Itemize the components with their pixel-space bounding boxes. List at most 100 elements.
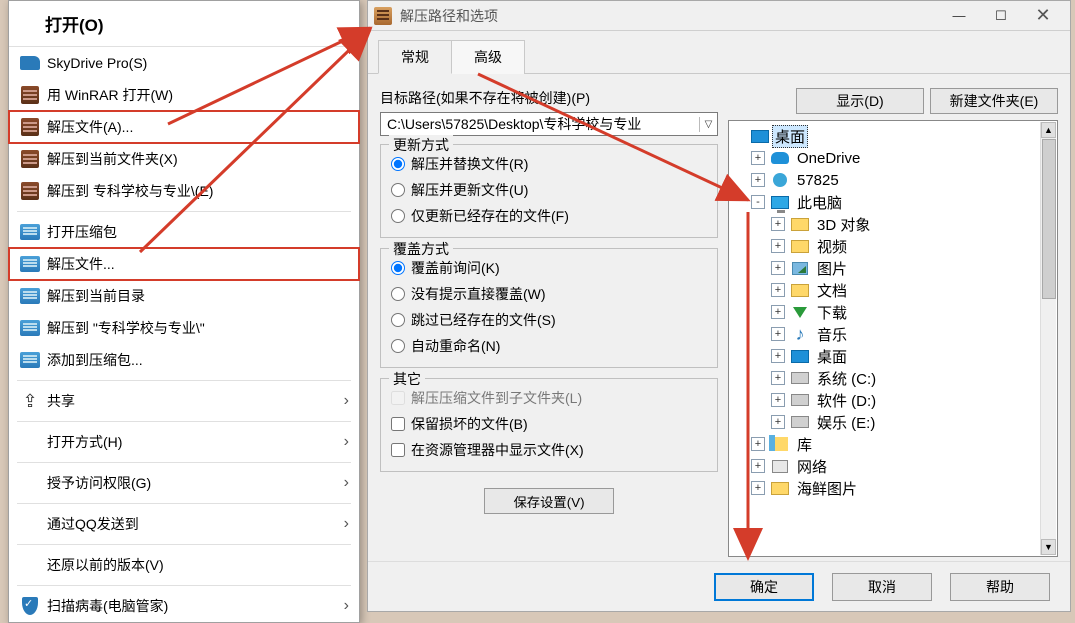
radio-label: 跳过已经存在的文件(S) [411,310,556,330]
scroll-up-icon[interactable]: ▲ [1041,122,1056,138]
radio-extract-update[interactable]: 解压并更新文件(U) [391,177,707,203]
check-subfolder[interactable]: 解压压缩文件到子文件夹(L) [391,385,707,411]
check-keep-broken[interactable]: 保留损坏的文件(B) [391,411,707,437]
menu-item[interactable]: 解压到 "专科学校与专业\" [9,312,359,344]
blank-icon [19,555,41,575]
menu-item[interactable]: ⇪共享› [9,385,359,417]
minimize-button[interactable]: — [938,2,980,30]
tab-advanced[interactable]: 高级 [452,40,525,74]
menu-item[interactable]: 解压文件(A)... [9,111,359,143]
rar2-icon [19,350,41,370]
tree-node-label: 文档 [815,280,849,301]
menu-item[interactable]: 通过QQ发送到› [9,508,359,540]
expand-icon[interactable]: + [771,415,785,429]
menu-separator [17,211,351,212]
expand-icon[interactable]: + [751,481,765,495]
tree-node-label: 3D 对象 [815,214,872,235]
menu-item[interactable]: 解压到 专科学校与专业\(E) [9,175,359,207]
folder-icon [791,216,809,232]
extract-dialog: 解压路径和选项 — ☐ ✕ 常规 高级 目标路径(如果不存在将被创建)(P) ▽… [367,0,1071,612]
menu-item[interactable]: 解压到当前目录 [9,280,359,312]
rar2-icon [19,254,41,274]
tree-node[interactable]: +海鲜图片 [731,477,1055,499]
menu-item[interactable]: 用 WinRAR 打开(W) [9,79,359,111]
scroll-down-icon[interactable]: ▼ [1041,539,1056,555]
tree-node[interactable]: + 系统 (C:) [731,367,1055,389]
expand-icon[interactable]: + [771,239,785,253]
tree-node-label: 系统 (C:) [815,368,878,389]
tree-node[interactable]: +♪音乐 [731,323,1055,345]
folder-tree[interactable]: 桌面+OneDrive+57825-此电脑+3D 对象+视频+图片+文档+下载+… [728,120,1058,557]
overwrite-mode-group: 覆盖方式 覆盖前询问(K) 没有提示直接覆盖(W) 跳过已经存在的文件(S) 自… [380,248,718,368]
tree-node[interactable]: +57825 [731,169,1055,191]
expand-icon[interactable]: + [751,173,765,187]
menu-item-label: 通过QQ发送到 [47,514,139,534]
menu-item[interactable]: 还原以前的版本(V) [9,549,359,581]
expand-icon[interactable]: + [751,459,765,473]
tree-node[interactable]: +OneDrive [731,147,1055,169]
chevron-right-icon: › [344,597,349,615]
menu-item[interactable]: 添加到压缩包... [9,344,359,376]
path-combobox[interactable]: ▽ [380,112,718,136]
lib-icon [771,436,789,452]
path-dropdown-icon[interactable]: ▽ [699,117,717,132]
radio-label: 自动重命名(N) [411,336,500,356]
tree-node[interactable]: -此电脑 [731,191,1055,213]
tree-node[interactable]: +3D 对象 [731,213,1055,235]
tree-node[interactable]: +图片 [731,257,1055,279]
menu-item[interactable]: 解压文件... [9,248,359,280]
help-button[interactable]: 帮助 [950,573,1050,601]
expand-icon[interactable]: - [751,195,765,209]
expand-icon[interactable]: + [771,349,785,363]
close-button[interactable]: ✕ [1022,2,1064,30]
radio-update-existing[interactable]: 仅更新已经存在的文件(F) [391,203,707,229]
menu-item[interactable]: 扫描病毒(电脑管家)› [9,590,359,622]
maximize-button[interactable]: ☐ [980,2,1022,30]
tree-scrollbar[interactable]: ▲ ▼ [1040,122,1056,555]
show-button[interactable]: 显示(D) [796,88,924,114]
context-menu-header: 打开(O) [9,1,359,47]
radio-auto-rename[interactable]: 自动重命名(N) [391,333,707,359]
user-icon [771,172,789,188]
tree-node-label: 桌面 [815,346,849,367]
tree-node[interactable]: + 文档 [731,279,1055,301]
tree-node[interactable]: +视频 [731,235,1055,257]
expand-icon[interactable]: + [751,437,765,451]
expand-icon[interactable]: + [771,261,785,275]
menu-item[interactable]: SkyDrive Pro(S) [9,47,359,79]
chevron-right-icon: › [344,433,349,451]
radio-skip-existing[interactable]: 跳过已经存在的文件(S) [391,307,707,333]
menu-item[interactable]: 解压到当前文件夹(X) [9,143,359,175]
expand-icon[interactable]: + [771,283,785,297]
save-settings-button[interactable]: 保存设置(V) [484,488,614,514]
menu-item[interactable]: 打开方式(H)› [9,426,359,458]
expand-icon[interactable]: + [771,371,785,385]
scroll-thumb[interactable] [1042,139,1056,299]
tree-node[interactable]: +下载 [731,301,1055,323]
cancel-button[interactable]: 取消 [832,573,932,601]
expand-icon[interactable]: + [771,327,785,341]
tree-node[interactable]: + 桌面 [731,345,1055,367]
expand-icon[interactable]: + [751,151,765,165]
ok-button[interactable]: 确定 [714,573,814,601]
path-input[interactable] [381,116,699,132]
tree-node-label: 桌面 [772,125,808,148]
check-show-explorer[interactable]: 在资源管理器中显示文件(X) [391,437,707,463]
expand-icon[interactable]: + [771,393,785,407]
expand-icon[interactable]: + [771,305,785,319]
check-label: 保留损坏的文件(B) [411,414,528,434]
new-folder-button[interactable]: 新建文件夹(E) [930,88,1058,114]
tree-node[interactable]: +软件 (D:) [731,389,1055,411]
expand-icon[interactable]: + [771,217,785,231]
tree-node[interactable]: +娱乐 (E:) [731,411,1055,433]
tree-node[interactable]: +网络 [731,455,1055,477]
tree-node[interactable]: +库 [731,433,1055,455]
radio-overwrite-silent[interactable]: 没有提示直接覆盖(W) [391,281,707,307]
menu-item[interactable]: 打开压缩包 [9,216,359,248]
menu-item-label: 解压文件... [47,254,115,274]
update-group-title: 更新方式 [389,135,453,155]
rar2-icon [19,286,41,306]
tab-general[interactable]: 常规 [378,40,452,74]
menu-item[interactable]: 授予访问权限(G)› [9,467,359,499]
tree-node[interactable]: 桌面 [731,125,1055,147]
